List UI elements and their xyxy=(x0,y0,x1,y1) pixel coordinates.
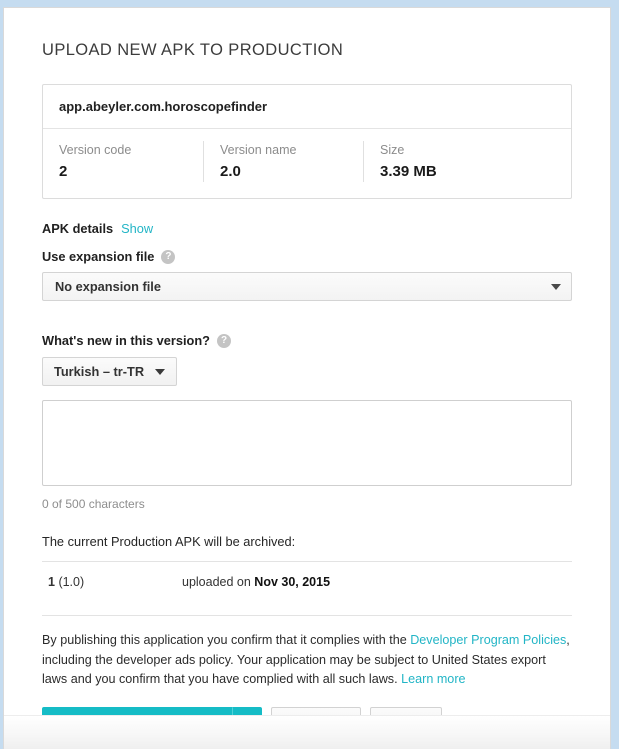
page-title: UPLOAD NEW APK TO PRODUCTION xyxy=(42,41,344,59)
archived-apk-uploaded: uploaded on Nov 30, 2015 xyxy=(182,575,330,589)
apk-size-value: 3.39 MB xyxy=(380,163,437,180)
archived-apk-uploaded-date: Nov 30, 2015 xyxy=(254,575,331,589)
expansion-file-select[interactable]: No expansion file xyxy=(42,272,572,301)
expansion-file-label: Use expansion file xyxy=(42,249,155,264)
expansion-file-label-row: Use expansion file ? xyxy=(42,249,572,264)
apk-info-card: app.abeyler.com.horoscopefinder Version … xyxy=(42,84,572,199)
character-counter: 0 of 500 characters xyxy=(42,497,145,511)
language-select[interactable]: Turkish – tr-TR xyxy=(42,357,178,386)
page-background: UPLOAD NEW APK TO PRODUCTION app.abeyler… xyxy=(0,0,619,749)
apk-version-code-label: Version code xyxy=(59,143,132,157)
archived-apk-version-name-wrap: (1.0) xyxy=(55,575,84,589)
whats-new-label-row: What's new in this version? ? xyxy=(42,333,572,348)
upload-apk-dialog: UPLOAD NEW APK TO PRODUCTION app.abeyler… xyxy=(3,7,611,749)
apk-version-name-value: 2.0 xyxy=(220,163,241,180)
archived-apk-version-name: (1.0) xyxy=(58,575,85,589)
archived-apk-version: 1 (1.0) xyxy=(42,575,182,589)
archived-apk-version-code: 1 xyxy=(48,575,55,589)
apk-meta-row: Version code 2 Version name 2.0 Size 3.3… xyxy=(43,129,571,198)
whats-new-label: What's new in this version? xyxy=(42,333,211,348)
developer-program-policies-link[interactable]: Developer Program Policies xyxy=(410,633,566,647)
archived-apk-uploaded-prefix: uploaded on xyxy=(182,575,255,589)
learn-more-link[interactable]: Learn more xyxy=(401,672,465,686)
release-notes-textarea[interactable] xyxy=(42,400,572,486)
apk-version-code-value: 2 xyxy=(59,163,68,180)
legal-part-1: By publishing this application you confi… xyxy=(42,633,411,647)
whats-new-section: What's new in this version? ? Turkish – … xyxy=(42,301,572,511)
chevron-down-icon xyxy=(551,283,561,290)
chevron-down-icon xyxy=(155,368,166,375)
apk-size-label: Size xyxy=(380,143,405,157)
apk-package-name: app.abeyler.com.horoscopefinder xyxy=(43,85,571,129)
help-icon[interactable]: ? xyxy=(161,249,176,264)
apk-version-code-cell: Version code 2 xyxy=(43,141,203,182)
help-icon[interactable]: ? xyxy=(217,333,232,348)
expansion-file-section: Use expansion file ? No expansion file xyxy=(42,236,572,301)
expansion-file-selected-value: No expansion file xyxy=(55,279,161,294)
archive-note: The current Production APK will be archi… xyxy=(42,534,296,549)
legal-text: By publishing this application you confi… xyxy=(42,616,572,690)
language-selected-value: Turkish – tr-TR xyxy=(54,364,145,379)
apk-size-cell: Size 3.39 MB xyxy=(363,141,543,182)
apk-details-show-link[interactable]: Show xyxy=(121,221,153,236)
archived-apk-row: 1 (1.0) uploaded on Nov 30, 2015 xyxy=(42,562,572,603)
apk-details-row: APK details Show xyxy=(42,199,572,236)
apk-version-name-label: Version name xyxy=(220,143,297,157)
apk-version-name-cell: Version name 2.0 xyxy=(203,141,363,182)
apk-details-label: APK details xyxy=(42,221,114,236)
footer-band xyxy=(4,715,610,749)
